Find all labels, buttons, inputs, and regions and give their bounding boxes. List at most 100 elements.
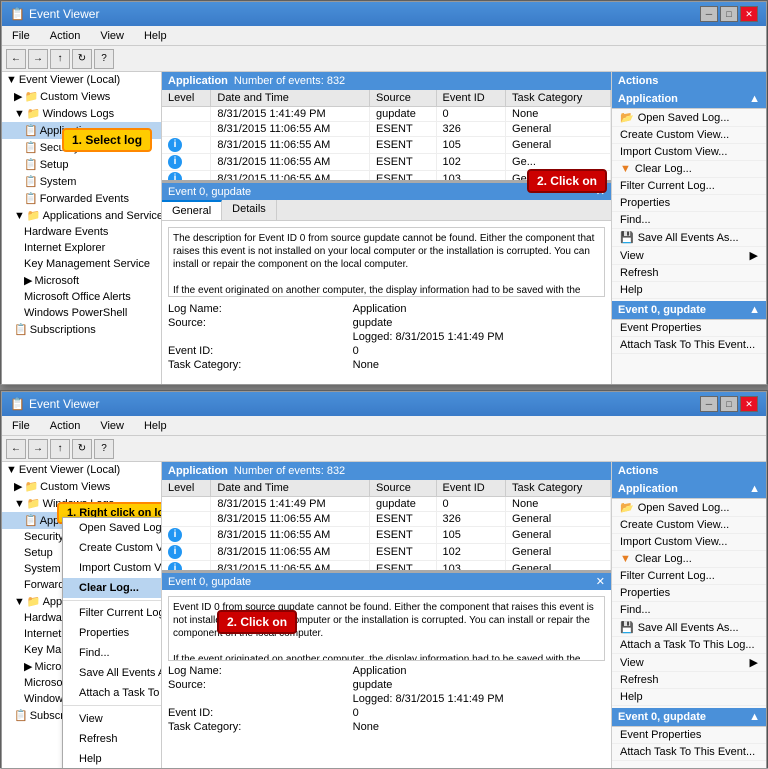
bottom-action-refresh[interactable]: Refresh xyxy=(612,672,766,689)
tree-root[interactable]: ▼ Event Viewer (Local) xyxy=(2,72,161,88)
maximize-button[interactable]: □ xyxy=(720,6,738,22)
bottom-action-section-app[interactable]: Application ▲ xyxy=(612,480,766,499)
tree-kms[interactable]: Key Management Service xyxy=(2,256,161,272)
action-filter[interactable]: Filter Current Log... xyxy=(612,178,766,195)
tree-powershell[interactable]: Windows PowerShell xyxy=(2,305,161,321)
bottom-action-view[interactable]: View ▶ xyxy=(612,654,766,672)
toolbar-up[interactable]: ↑ xyxy=(50,49,70,69)
tree-ie[interactable]: Internet Explorer xyxy=(2,240,161,256)
action-properties[interactable]: Properties xyxy=(612,195,766,212)
bottom-toolbar-refresh[interactable]: ↻ xyxy=(72,439,92,459)
tree-system[interactable]: 📋 System xyxy=(2,173,161,190)
action-view[interactable]: View ▶ xyxy=(612,247,766,265)
action-clear-log[interactable]: ▼ Clear Log... xyxy=(612,161,766,178)
ctx-import-view[interactable]: Import Custom View... xyxy=(63,558,162,578)
bottom-menu-file[interactable]: File xyxy=(6,418,36,434)
tree-subscriptions[interactable]: 📋 Subscriptions xyxy=(2,321,161,338)
table-row[interactable]: i 8/31/2015 11:06:55 AM ESENT 102 Ge... xyxy=(162,154,611,171)
bottom-close-button[interactable]: ✕ xyxy=(740,396,758,412)
minimize-button[interactable]: ─ xyxy=(700,6,718,22)
bottom-menu-bar: File Action View Help xyxy=(2,416,766,436)
close-button[interactable]: ✕ xyxy=(740,6,758,22)
ctx-filter[interactable]: Filter Current Log... xyxy=(63,603,162,623)
bottom-action-create-view[interactable]: Create Custom View... xyxy=(612,517,766,534)
bottom-menu-action[interactable]: Action xyxy=(44,418,87,434)
bottom-table-row[interactable]: i 8/31/2015 11:06:55 AM ESENT 102 Genera… xyxy=(162,544,611,561)
tree-msoffice[interactable]: Microsoft Office Alerts xyxy=(2,289,161,305)
bottom-action-clear[interactable]: ▼ Clear Log... xyxy=(612,551,766,568)
bottom-menu-help[interactable]: Help xyxy=(138,418,173,434)
tab-details[interactable]: Details xyxy=(222,200,277,220)
menu-action[interactable]: Action xyxy=(44,28,87,44)
bottom-maximize-button[interactable]: □ xyxy=(720,396,738,412)
toolbar-forward[interactable]: → xyxy=(28,49,48,69)
bottom-table-row[interactable]: 8/31/2015 1:41:49 PM gupdate 0 None xyxy=(162,497,611,512)
ctx-attach-task[interactable]: Attach a Task To This Log... xyxy=(63,683,162,703)
bottom-action-attach-event[interactable]: Attach Task To This Event... xyxy=(612,744,766,761)
bottom-action-help[interactable]: Help xyxy=(612,689,766,706)
bottom-table-row[interactable]: i 8/31/2015 11:06:55 AM ESENT 103 Genera… xyxy=(162,561,611,571)
bottom-callout-click-on: 2. Click on xyxy=(217,610,297,634)
toolbar-back[interactable]: ← xyxy=(6,49,26,69)
toolbar-help[interactable]: ? xyxy=(94,49,114,69)
tree-custom-views[interactable]: ▶ 📁 Custom Views xyxy=(2,88,161,105)
bottom-toolbar-back[interactable]: ← xyxy=(6,439,26,459)
tree-hardware[interactable]: Hardware Events xyxy=(2,224,161,240)
source-cell: gupdate xyxy=(370,107,436,122)
bottom-table-row[interactable]: i 8/31/2015 11:06:55 AM ESENT 105 Genera… xyxy=(162,527,611,544)
action-attach-task[interactable]: Attach Task To This Event... xyxy=(612,337,766,354)
action-find[interactable]: Find... xyxy=(612,212,766,229)
action-section-app[interactable]: Application ▲ xyxy=(612,90,766,109)
bottom-action-attach-log[interactable]: Attach a Task To This Log... xyxy=(612,637,766,654)
bottom-minimize-button[interactable]: ─ xyxy=(700,396,718,412)
table-row[interactable]: 8/31/2015 1:41:49 PM gupdate 0 None xyxy=(162,107,611,122)
ctx-help[interactable]: Help xyxy=(63,749,162,768)
bottom-toolbar-help[interactable]: ? xyxy=(94,439,114,459)
tree-forwarded[interactable]: 📋 Forwarded Events xyxy=(2,190,161,207)
table-row[interactable]: 8/31/2015 11:06:55 AM ESENT 326 General xyxy=(162,122,611,137)
bottom-table-row[interactable]: 8/31/2015 11:06:55 AM ESENT 326 General xyxy=(162,512,611,527)
action-section-event[interactable]: Event 0, gupdate ▲ xyxy=(612,301,766,320)
ctx-properties[interactable]: Properties xyxy=(63,623,162,643)
action-open-saved[interactable]: 📂 Open Saved Log... xyxy=(612,109,766,127)
tab-general[interactable]: General xyxy=(162,200,222,220)
action-help[interactable]: Help xyxy=(612,282,766,299)
tree-app-services[interactable]: ▼ 📁 Applications and Services Logs xyxy=(2,207,161,224)
action-event-props[interactable]: Event Properties xyxy=(612,320,766,337)
bottom-tree-root[interactable]: ▼ Event Viewer (Local) xyxy=(2,462,161,478)
bottom-action-open-saved[interactable]: 📂 Open Saved Log... xyxy=(612,499,766,517)
ctx-save-all[interactable]: Save All Events As... xyxy=(63,663,162,683)
id-cell: 103 xyxy=(436,171,506,181)
bottom-action-filter[interactable]: Filter Current Log... xyxy=(612,568,766,585)
toolbar-refresh[interactable]: ↻ xyxy=(72,49,92,69)
ctx-refresh[interactable]: Refresh xyxy=(63,729,162,749)
bottom-toolbar-up[interactable]: ↑ xyxy=(50,439,70,459)
bottom-action-import[interactable]: Import Custom View... xyxy=(612,534,766,551)
action-refresh[interactable]: Refresh xyxy=(612,265,766,282)
ctx-open-saved[interactable]: Open Saved Log... xyxy=(63,518,162,538)
menu-help[interactable]: Help xyxy=(138,28,173,44)
ctx-view[interactable]: View ▶ xyxy=(63,708,162,729)
detail-title: Event 0, gupdate xyxy=(168,186,251,198)
tree-setup[interactable]: 📋 Setup xyxy=(2,156,161,173)
ctx-find[interactable]: Find... xyxy=(63,643,162,663)
ctx-create-view[interactable]: Create Custom View... xyxy=(63,538,162,558)
ctx-clear-log[interactable]: Clear Log... xyxy=(63,578,162,598)
bottom-action-event-props[interactable]: Event Properties xyxy=(612,727,766,744)
bottom-action-find[interactable]: Find... xyxy=(612,602,766,619)
action-save-all[interactable]: 💾 Save All Events As... xyxy=(612,229,766,247)
tree-windows-logs[interactable]: ▼ 📁 Windows Logs xyxy=(2,105,161,122)
menu-file[interactable]: File xyxy=(6,28,36,44)
bottom-menu-view[interactable]: View xyxy=(94,418,130,434)
bottom-action-save-all[interactable]: 💾 Save All Events As... xyxy=(612,619,766,637)
bottom-action-props[interactable]: Properties xyxy=(612,585,766,602)
bottom-action-section-event[interactable]: Event 0, gupdate ▲ xyxy=(612,708,766,727)
action-create-view[interactable]: Create Custom View... xyxy=(612,127,766,144)
action-import-view[interactable]: Import Custom View... xyxy=(612,144,766,161)
menu-view[interactable]: View xyxy=(94,28,130,44)
table-row[interactable]: i 8/31/2015 11:06:55 AM ESENT 105 Genera… xyxy=(162,137,611,154)
bottom-tree-custom[interactable]: ▶ 📁 Custom Views xyxy=(2,478,161,495)
tree-microsoft[interactable]: ▶ Microsoft xyxy=(2,272,161,289)
bottom-toolbar-forward[interactable]: → xyxy=(28,439,48,459)
bottom-detail-close[interactable]: ✕ xyxy=(596,575,605,588)
